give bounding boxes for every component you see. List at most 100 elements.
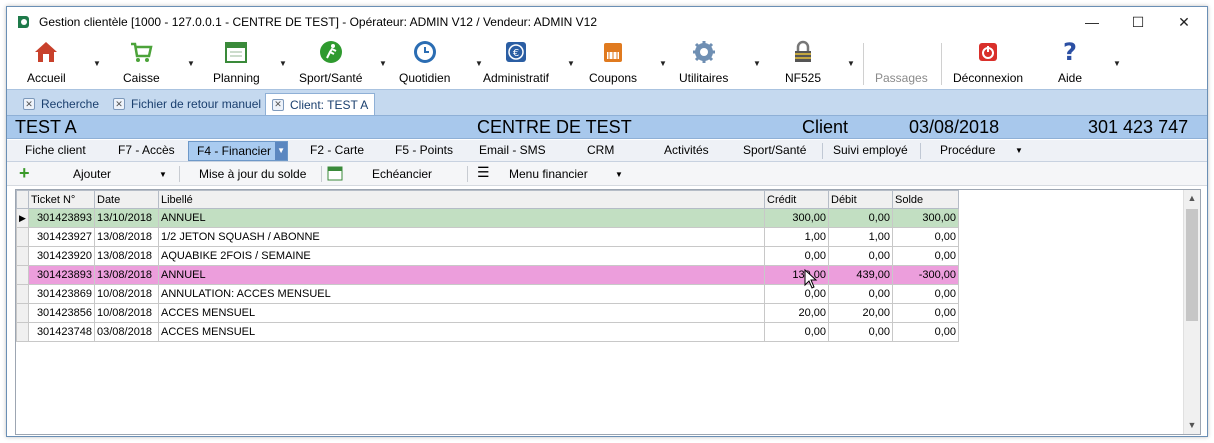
subtab-financier[interactable]: F4 - Financier ▼ (188, 141, 289, 161)
financial-menu-button[interactable]: Menu financier (509, 167, 588, 181)
toolbar-planning-button[interactable]: Planning (213, 39, 260, 87)
menu-icon: ☰ (477, 164, 490, 180)
scroll-down-icon[interactable]: ▼ (1184, 417, 1200, 434)
planning-dropdown-arrow[interactable]: ▼ (279, 59, 287, 68)
current-row-indicator-icon: ▶ (16, 208, 29, 228)
subtab-acces[interactable]: F7 - Accès (118, 143, 175, 157)
lock-icon (790, 39, 816, 65)
subtab-sport-sante[interactable]: Sport/Santé (743, 143, 806, 157)
procedure-dropdown-arrow[interactable]: ▼ (1015, 146, 1023, 155)
financial-action-bar: + Ajouter ▼ Mise à jour du solde Echéanc… (7, 162, 1207, 186)
sport-sante-dropdown-arrow[interactable]: ▼ (379, 59, 387, 68)
gear-icon (691, 39, 717, 65)
maximize-button[interactable]: ☐ (1115, 7, 1161, 37)
client-center: CENTRE DE TEST (477, 117, 632, 137)
app-window: Gestion clientèle [1000 - 127.0.0.1 - CE… (6, 6, 1208, 437)
title-bar: Gestion clientèle [1000 - 127.0.0.1 - CE… (7, 7, 1207, 37)
tab-recherche[interactable]: ✕ Recherche (17, 93, 105, 115)
column-header-ticket[interactable]: Ticket N° (28, 190, 95, 209)
utilitaires-dropdown-arrow[interactable]: ▼ (753, 59, 761, 68)
add-dropdown-arrow[interactable]: ▼ (159, 170, 167, 179)
tab-fichier-retour[interactable]: ✕ Fichier de retour manuel (107, 93, 267, 115)
transactions-table: Ticket N° Date Libellé Crédit Débit Sold… (16, 190, 959, 342)
update-balance-button[interactable]: Mise à jour du solde (199, 167, 306, 181)
help-icon: ? (1063, 38, 1077, 66)
subtab-activites[interactable]: Activités (664, 143, 709, 157)
table-row[interactable]: 301423748 03/08/2018 ACCES MENSUEL 0,00 … (16, 322, 959, 342)
toolbar-nf525-button[interactable]: NF525 (785, 39, 821, 87)
toolbar-utilitaires-button[interactable]: Utilitaires (679, 39, 728, 87)
toolbar-caisse-button[interactable]: Caisse (123, 39, 160, 87)
document-tabs: ✕ Recherche ✕ Fichier de retour manuel ✕… (7, 89, 1207, 115)
row-indicator-header (16, 190, 29, 209)
euro-icon: € (503, 39, 529, 65)
runner-icon (318, 39, 344, 65)
mouse-cursor-icon (804, 269, 818, 289)
nf525-dropdown-arrow[interactable]: ▼ (847, 59, 855, 68)
toolbar-accueil-button[interactable]: Accueil (27, 39, 66, 87)
schedule-calendar-icon (327, 165, 343, 184)
administratif-dropdown-arrow[interactable]: ▼ (567, 59, 575, 68)
aide-dropdown-arrow[interactable]: ▼ (1113, 59, 1121, 68)
toolbar-passages-button[interactable]: Passages (875, 39, 928, 87)
column-header-debit[interactable]: Débit (828, 190, 893, 209)
subtab-procedure[interactable]: Procédure (940, 143, 995, 157)
toolbar-administratif-button[interactable]: € Administratif (483, 39, 549, 87)
column-header-credit[interactable]: Crédit (764, 190, 829, 209)
close-icon[interactable]: ✕ (23, 98, 35, 110)
subtab-suivi-employe[interactable]: Suivi employé (833, 143, 908, 157)
subtab-email-sms[interactable]: Email - SMS (479, 143, 546, 157)
subtab-carte[interactable]: F2 - Carte (310, 143, 364, 157)
coupons-dropdown-arrow[interactable]: ▼ (659, 59, 667, 68)
table-row[interactable]: 301423856 10/08/2018 ACCES MENSUEL 20,00… (16, 303, 959, 323)
minimize-button[interactable]: — (1069, 7, 1115, 37)
table-row[interactable]: ▶ 301423893 13/10/2018 ANNUEL 300,00 0,0… (16, 208, 959, 228)
add-button[interactable]: Ajouter (73, 167, 111, 181)
column-header-date[interactable]: Date (94, 190, 159, 209)
subtab-points[interactable]: F5 - Points (395, 143, 453, 157)
coupon-icon (600, 39, 626, 65)
toolbar-sport-sante-button[interactable]: Sport/Santé (299, 39, 362, 87)
quotidien-dropdown-arrow[interactable]: ▼ (475, 59, 483, 68)
client-type: Client (802, 117, 849, 137)
power-icon (975, 39, 1001, 65)
vertical-scrollbar[interactable]: ▲ ▼ (1183, 190, 1200, 434)
add-icon: + (19, 163, 30, 183)
table-row[interactable]: 301423920 13/08/2018 AQUABIKE 2FOIS / SE… (16, 246, 959, 266)
window-title: Gestion clientèle [1000 - 127.0.0.1 - CE… (39, 15, 598, 29)
toolbar-separator (941, 43, 942, 85)
toolbar-quotidien-button[interactable]: Quotidien (399, 39, 450, 87)
subtab-separator (920, 143, 921, 159)
financier-dropdown-arrow[interactable]: ▼ (275, 142, 288, 160)
financial-grid: Ticket N° Date Libellé Crédit Débit Sold… (15, 189, 1201, 435)
svg-text:€: € (513, 48, 519, 59)
accueil-dropdown-arrow[interactable]: ▼ (93, 59, 101, 68)
schedule-button[interactable]: Echéancier (372, 167, 432, 181)
home-icon (33, 39, 59, 65)
toolbar-aide-button[interactable]: ? Aide (1057, 38, 1083, 87)
caisse-dropdown-arrow[interactable]: ▼ (187, 59, 195, 68)
toolbar-coupons-button[interactable]: Coupons (589, 39, 637, 87)
tab-client-test-a[interactable]: ✕ Client: TEST A (265, 93, 376, 115)
financial-menu-dropdown-arrow[interactable]: ▼ (615, 170, 623, 179)
main-toolbar: Accueil ▼ Caisse ▼ Planning ▼ Sport/Sant… (7, 37, 1207, 89)
close-icon[interactable]: ✕ (113, 98, 125, 110)
subtab-separator (822, 143, 823, 159)
scroll-up-icon[interactable]: ▲ (1184, 190, 1200, 207)
column-header-balance[interactable]: Solde (892, 190, 959, 209)
close-button[interactable]: ✕ (1161, 7, 1207, 37)
client-subtabs: Fiche client F7 - Accès F4 - Financier ▼… (7, 140, 1207, 162)
client-name: TEST A (15, 117, 77, 137)
subtab-crm[interactable]: CRM (587, 143, 614, 157)
client-date: 03/08/2018 (909, 117, 1000, 137)
column-header-label[interactable]: Libellé (158, 190, 765, 209)
subtab-fiche-client[interactable]: Fiche client (25, 143, 86, 157)
table-row[interactable]: 301423927 13/08/2018 1/2 JETON SQUASH / … (16, 227, 959, 247)
calendar-icon (223, 39, 249, 65)
scrollbar-thumb[interactable] (1186, 209, 1198, 321)
clock-icon (412, 39, 438, 65)
client-phone: 301 423 747 (1088, 117, 1189, 137)
toolbar-deconnexion-button[interactable]: Déconnexion (953, 39, 1023, 87)
close-icon[interactable]: ✕ (272, 98, 284, 111)
table-header-row: Ticket N° Date Libellé Crédit Débit Sold… (16, 190, 959, 209)
